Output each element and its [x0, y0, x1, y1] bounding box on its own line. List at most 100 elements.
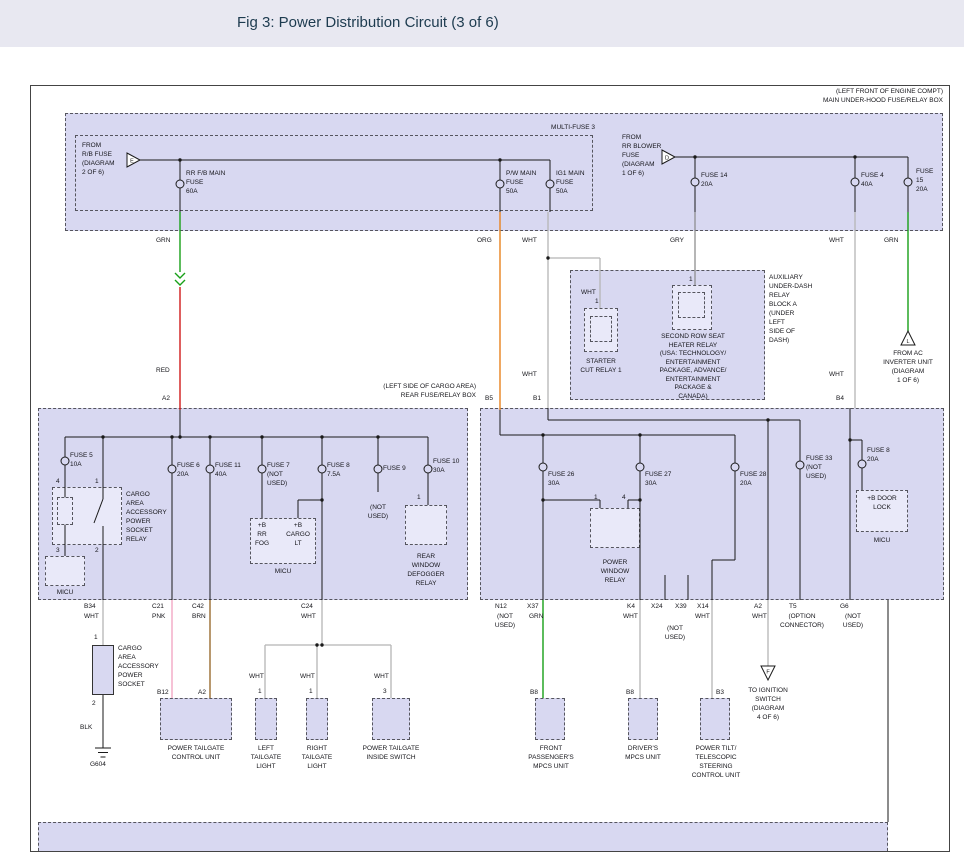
relay-pin1-label: 1 — [95, 477, 99, 486]
relay-coil-box — [57, 497, 73, 525]
fuse7-label: FUSE 7 (NOT USED) — [267, 461, 290, 488]
left-tailgate-light-label: LEFT TAILGATE LIGHT — [243, 744, 289, 771]
gry-wire-label: GRY — [670, 236, 684, 245]
conn-c24-label: C24 — [301, 602, 313, 611]
to-ignition-label: TO IGNITION SWITCH (DIAGRAM 4 OF 6) — [738, 686, 798, 722]
micu2-label: MICU — [250, 567, 316, 576]
pin-b5-label: B5 — [485, 394, 493, 403]
tailgate-inside-switch-box — [372, 698, 410, 740]
driver-mpcs-label: DRIVER'S MPCS UNIT — [607, 744, 679, 762]
rear-box-header: (LEFT SIDE OF CARGO AREA) REAR FUSE/RELA… — [330, 382, 476, 400]
conn-b34-label: B34 — [84, 602, 96, 611]
cargo-power-socket-box — [92, 645, 114, 695]
driver-mpcs-box — [628, 698, 658, 740]
from-rb-fuse-label: FROM R/B FUSE (DIAGRAM 2 OF 6) — [82, 141, 115, 177]
left-tailgate-light-box — [255, 698, 277, 740]
fuse28-label: FUSE 28 20A — [740, 470, 766, 488]
wht-b4-low-label: WHT — [829, 370, 844, 379]
conn-k4-label: K4 — [627, 602, 635, 611]
conn-n12-not-used: (NOT USED) — [488, 612, 522, 630]
cargo-relay-label: CARGO AREA ACCESSORY POWER SOCKET RELAY — [126, 490, 167, 544]
conn-c21-color: PNK — [152, 612, 165, 621]
conn-x24-label: X24 — [651, 602, 663, 611]
conn-a2-color: WHT — [752, 612, 767, 621]
power-window-relay-box — [590, 508, 640, 548]
defogger-pin-label: 1 — [417, 493, 421, 502]
fuse6-label: FUSE 6 20A — [177, 461, 200, 479]
fuse4-label: FUSE 4 40A — [861, 171, 884, 189]
conn-x39-label: X39 — [675, 602, 687, 611]
ptcu-label: POWER TAILGATE CONTROL UNIT — [156, 744, 236, 762]
fuse8-right-label: FUSE 8 20A — [867, 446, 890, 464]
conn-c42-color: BRN — [192, 612, 206, 621]
aux-block-label: AUXILIARY UNDER-DASH RELAY BLOCK A (UNDE… — [769, 273, 812, 345]
rr-fog-label: +B RR FOG — [250, 521, 274, 548]
socket-pin2-label: 2 — [92, 699, 96, 708]
ground-g604-label: G604 — [90, 760, 106, 769]
fuse15-label: FUSE 15 20A — [916, 167, 933, 194]
rr-fb-main-fuse-label: RR F/B MAIN FUSE 60A — [186, 169, 225, 196]
conn-c21-label: C21 — [152, 602, 164, 611]
header-bar: Fig 3: Power Distribution Circuit (3 of … — [0, 0, 964, 47]
conn-x24-x39-not-used: (NOT USED) — [657, 624, 693, 642]
org-wire-label: ORG — [477, 236, 492, 245]
power-tailgate-control-unit-box — [160, 698, 232, 740]
ptcu-pin-a2-label: A2 — [198, 688, 206, 697]
tailgate-switch-label: POWER TAILGATE INSIDE SWITCH — [352, 744, 430, 762]
wht-b1-low-label: WHT — [522, 370, 537, 379]
relay-pin2-label: 2 — [95, 546, 99, 555]
conn-a2-label: A2 — [754, 602, 762, 611]
conn-x14-label: X14 — [697, 602, 709, 611]
conn-t5-label: T5 — [789, 602, 797, 611]
micu1-label: MICU — [45, 588, 85, 597]
from-rr-blower-label: FROM RR BLOWER FUSE (DIAGRAM 1 OF 6) — [622, 133, 661, 178]
front-passenger-mpcs-label: FRONT PASSENGER'S MPCS UNIT — [515, 744, 587, 771]
conn-t5-note: (OPTION CONNECTOR) — [776, 612, 828, 630]
relay-pin4-label: 4 — [56, 477, 60, 486]
ptcu-pin-b12-label: B12 — [157, 688, 169, 697]
fuse14-label: FUSE 14 20A — [701, 171, 727, 189]
conn-x37-color: GRN — [529, 612, 543, 621]
power-tilt-unit-box — [700, 698, 730, 740]
relay-pin3-label: 3 — [56, 546, 60, 555]
micu3-label: MICU — [856, 536, 908, 545]
pw-relay-pin1-label: 1 — [594, 493, 598, 502]
corner-note: (LEFT FRONT OF ENGINE COMPT) MAIN UNDER-… — [640, 87, 943, 105]
conn-c24-color: WHT — [301, 612, 316, 621]
power-tilt-label: POWER TILT/ TELESCOPIC STEERING CONTROL … — [686, 744, 746, 780]
conn-n12-label: N12 — [495, 602, 507, 611]
wht-b1-wire-label: WHT — [522, 236, 537, 245]
pw-relay-label: POWER WINDOW RELAY — [588, 558, 642, 585]
starter-relay-label: STARTER CUT RELAY 1 — [568, 357, 634, 375]
seat-heater-relay-inner — [678, 292, 705, 318]
fp-pin-b8-label: B8 — [530, 688, 538, 697]
pin-b1-label: B1 — [533, 394, 541, 403]
sw-wht-label: WHT — [374, 672, 389, 681]
blk-wire-label: BLK — [80, 723, 92, 732]
fuse9-not-used-label: (NOT USED) — [360, 503, 396, 521]
right-tailgate-light-box — [306, 698, 328, 740]
starter-pin-label: 1 — [595, 297, 599, 306]
figure-title: Fig 3: Power Distribution Circuit (3 of … — [237, 14, 499, 31]
cargo-lt-label: +B CARGO LT — [282, 521, 314, 548]
fuse33-label: FUSE 33 (NOT USED) — [806, 454, 832, 481]
pt-pin-b3-label: B3 — [716, 688, 724, 697]
page: Fig 3: Power Distribution Circuit (3 of … — [0, 0, 964, 857]
front-passenger-mpcs-box — [535, 698, 565, 740]
lt-wht-label: WHT — [249, 672, 264, 681]
fuse10-label: FUSE 10 30A — [433, 457, 459, 475]
fuse5-label: FUSE 5 10A — [70, 451, 93, 469]
red-wire-label: RED — [156, 366, 170, 375]
heater-pin-label: 1 — [689, 275, 693, 284]
heater-relay-label: SECOND ROW SEAT HEATER RELAY (USA: TECHN… — [643, 333, 743, 401]
pw-relay-pin4-label: 4 — [622, 493, 626, 502]
starter-cut-relay-inner — [590, 316, 612, 342]
lt-pin-label: 1 — [258, 687, 262, 696]
door-lock-label: +B DOOR LOCK — [856, 494, 908, 512]
socket-pin1-label: 1 — [94, 633, 98, 642]
pw-main-fuse-label: P/W MAIN FUSE 50A — [506, 169, 536, 196]
starter-wht-label: WHT — [581, 288, 596, 297]
grn-wire-label: GRN — [156, 236, 170, 245]
defogger-relay-label: REAR WINDOW DEFOGGER RELAY — [400, 552, 452, 588]
from-ac-inverter-label: FROM AC INVERTER UNIT (DIAGRAM 1 OF 6) — [878, 349, 938, 385]
